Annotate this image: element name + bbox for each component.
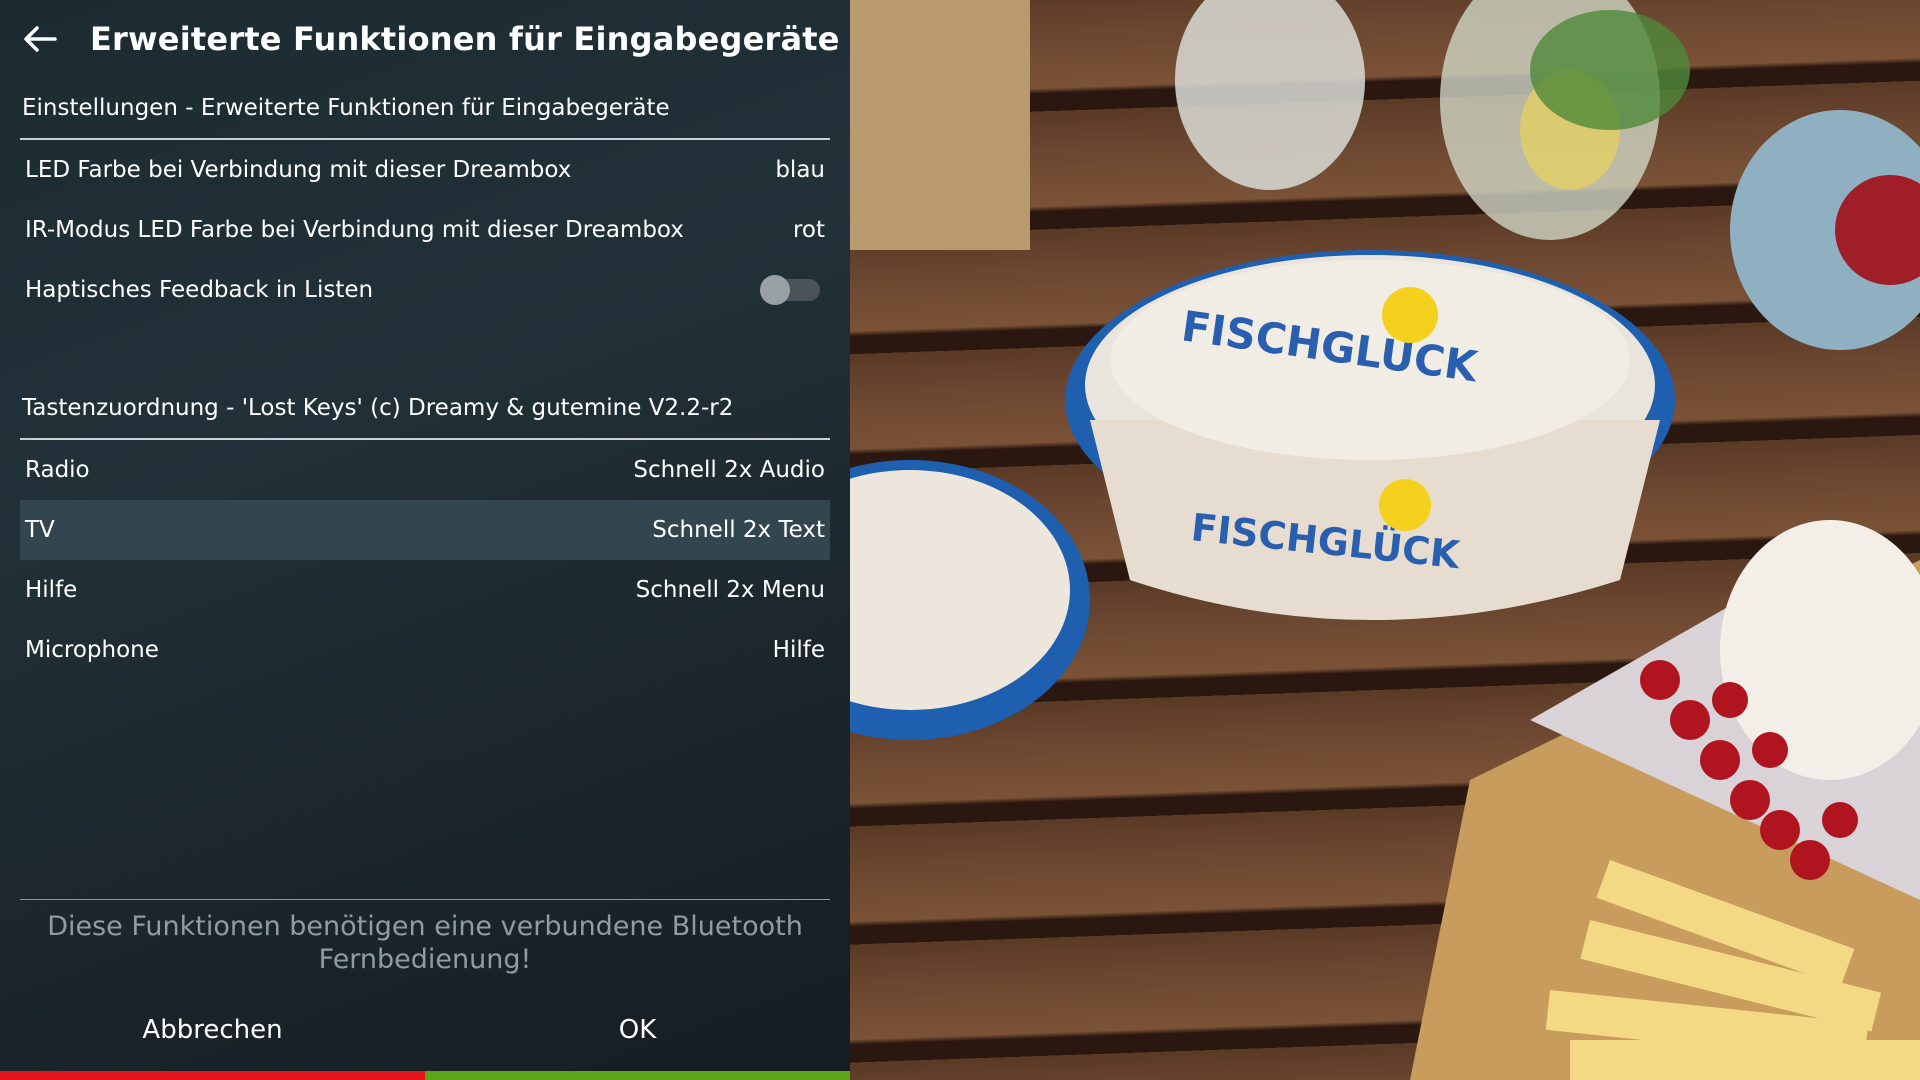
- section-title-settings: Einstellungen - Erweiterte Funktionen fü…: [22, 95, 670, 121]
- header: Erweiterte Funktionen für Eingabegeräte: [0, 0, 850, 78]
- food-scene-illustration: FISCHGLÜCK FISCHGLÜCK: [850, 0, 1920, 1080]
- ok-button[interactable]: OK: [425, 1000, 850, 1060]
- cancel-button[interactable]: Abbrechen: [0, 1000, 425, 1060]
- info-message: Diese Funktionen benötigen eine verbunde…: [20, 910, 830, 976]
- key-label: TV: [25, 517, 55, 543]
- section-title-key-mapping: Tastenzuordnung - 'Lost Keys' (c) Dreamy…: [22, 395, 734, 421]
- setting-value: blau: [775, 157, 825, 183]
- key-value: Schnell 2x Text: [652, 517, 825, 543]
- key-value: Schnell 2x Audio: [633, 457, 825, 483]
- key-row-microphone[interactable]: Microphone Hilfe: [20, 620, 830, 680]
- setting-row-led-color[interactable]: LED Farbe bei Verbindung mit dieser Drea…: [20, 140, 830, 200]
- red-key-indicator: [0, 1071, 425, 1080]
- green-key-indicator: [425, 1071, 850, 1080]
- toggle-knob: [760, 275, 790, 305]
- setting-row-ir-led-color[interactable]: IR-Modus LED Farbe bei Verbindung mit di…: [20, 200, 830, 260]
- setting-label: LED Farbe bei Verbindung mit dieser Drea…: [25, 157, 572, 183]
- key-label: Hilfe: [25, 577, 78, 603]
- setting-value: rot: [792, 217, 825, 243]
- info-message-line1: Diese Funktionen benötigen eine verbunde…: [47, 911, 803, 942]
- key-row-radio[interactable]: Radio Schnell 2x Audio: [20, 440, 830, 500]
- back-arrow-icon: [24, 26, 57, 52]
- tv-background-video: FISCHGLÜCK FISCHGLÜCK: [850, 0, 1920, 1080]
- key-value: Hilfe: [772, 637, 825, 663]
- setting-label: IR-Modus LED Farbe bei Verbindung mit di…: [25, 217, 684, 243]
- back-button[interactable]: [20, 19, 60, 59]
- setting-row-haptic-feedback[interactable]: Haptisches Feedback in Listen: [20, 260, 830, 320]
- footer-divider: [20, 899, 830, 900]
- screen: FISCHGLÜCK FISCHGLÜCK Erweiterte Funktio…: [0, 0, 1920, 1080]
- settings-panel: Erweiterte Funktionen für Eingabegeräte …: [0, 0, 850, 1080]
- setting-label: Haptisches Feedback in Listen: [25, 277, 374, 303]
- key-label: Microphone: [25, 637, 159, 663]
- page-title: Erweiterte Funktionen für Eingabegeräte: [90, 20, 840, 58]
- key-value: Schnell 2x Menu: [635, 577, 825, 603]
- haptic-feedback-toggle[interactable]: [760, 275, 820, 305]
- info-message-line2: Fernbedienung!: [318, 944, 532, 975]
- key-label: Radio: [25, 457, 90, 483]
- key-row-tv[interactable]: TV Schnell 2x Text: [20, 500, 830, 560]
- key-row-hilfe[interactable]: Hilfe Schnell 2x Menu: [20, 560, 830, 620]
